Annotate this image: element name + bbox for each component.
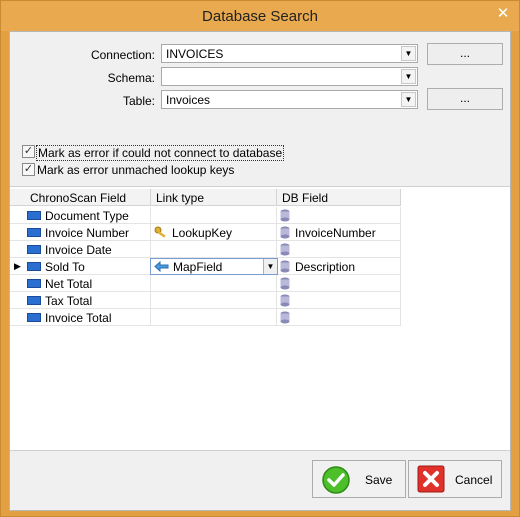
database-icon[interactable] [280,226,290,239]
mark-error-connect-option[interactable]: ✓ Mark as error if could not connect to … [22,144,285,161]
chevron-down-icon[interactable]: ▼ [401,46,416,61]
link-type: LookupKey [172,226,233,240]
field-icon [27,211,41,220]
column-header-link-type[interactable]: Link type [156,191,204,205]
mark-error-connect-label: Mark as error if could not connect to da… [36,145,285,161]
table-browse-button[interactable]: ... [427,88,503,110]
field-icon [27,262,41,271]
field-name: Tax Total [45,294,93,308]
button-bar: Save Cancel [10,450,510,510]
database-icon[interactable] [280,294,290,307]
dialog-body: Connection: INVOICES ▼ ... Schema: ▼ Tab… [9,31,511,511]
connection-label: Connection: [90,48,155,62]
db-field: Description [295,260,356,274]
field-name: Document Type [45,209,129,223]
link-type: MapField [173,260,223,274]
db-field: InvoiceNumber [295,226,376,240]
grid-header: ChronoScan Field Link type DB Field [10,189,401,206]
table-value: Invoices [166,93,211,107]
mark-error-lookup-option[interactable]: ✓ Mark as error unmached lookup keys [22,162,282,178]
table-row[interactable]: Invoice Total [10,309,401,326]
table-row[interactable]: Net Total [10,275,401,292]
field-icon [27,296,41,305]
save-button[interactable]: Save [312,460,406,498]
column-header-chronoscan-field[interactable]: ChronoScan Field [30,191,126,205]
chevron-down-icon[interactable]: ▼ [263,259,277,274]
database-icon[interactable] [280,277,290,290]
key-icon [154,226,166,238]
column-divider[interactable] [150,189,151,206]
field-icon [27,279,41,288]
connection-browse-button[interactable]: ... [427,43,503,65]
database-icon[interactable] [280,209,290,222]
column-divider[interactable] [276,189,277,206]
row-selector-icon: ▶ [14,261,21,271]
table-row[interactable]: Tax Total [10,292,401,309]
mark-error-connect-checkbox[interactable]: ✓ [22,145,35,158]
mark-error-lookup-checkbox[interactable]: ✓ [22,163,35,176]
window-title: Database Search [202,8,318,25]
save-label: Save [365,473,393,487]
database-icon[interactable] [280,243,290,256]
connection-value: INVOICES [166,47,224,61]
table-row[interactable]: Invoice Number LookupKey InvoiceNumber [10,224,401,241]
chevron-down-icon[interactable]: ▼ [401,69,416,84]
field-name: Invoice Total [45,311,112,325]
field-name: Invoice Number [45,226,130,240]
mark-error-lookup-label: Mark as error unmached lookup keys [37,163,235,177]
table-row[interactable]: Document Type [10,207,401,224]
database-icon[interactable] [280,311,290,324]
close-icon [417,465,445,493]
field-icon [27,228,41,237]
schema-select[interactable]: ▼ [161,67,418,86]
column-header-db-field[interactable]: DB Field [282,191,328,205]
table-row[interactable]: Invoice Date [10,241,401,258]
dialog-window: Database Search ✕ Connection: INVOICES ▼… [0,0,520,517]
connection-select[interactable]: INVOICES ▼ [161,44,418,63]
field-name: Sold To [45,260,85,274]
field-icon [27,313,41,322]
field-name: Net Total [45,277,93,291]
table-select[interactable]: Invoices ▼ [161,90,418,109]
table-label: Table: [122,94,155,108]
column-divider [400,189,401,206]
close-button[interactable]: ✕ [491,4,515,24]
link-type-select[interactable]: MapField ▼ [150,258,278,275]
database-icon[interactable] [280,260,290,273]
table-row[interactable]: ▶ Sold To MapField ▼ Description [10,258,401,275]
checkmark-icon [322,466,350,494]
field-icon [27,245,41,254]
title-bar[interactable]: Database Search ✕ [1,1,519,31]
connection-panel: Connection: INVOICES ▼ ... Schema: ▼ Tab… [10,32,510,187]
chevron-down-icon[interactable]: ▼ [401,92,416,107]
cancel-label: Cancel [455,473,493,487]
schema-label: Schema: [107,71,155,85]
cancel-button[interactable]: Cancel [408,460,502,498]
arrow-left-icon [154,261,169,272]
field-name: Invoice Date [45,243,112,257]
